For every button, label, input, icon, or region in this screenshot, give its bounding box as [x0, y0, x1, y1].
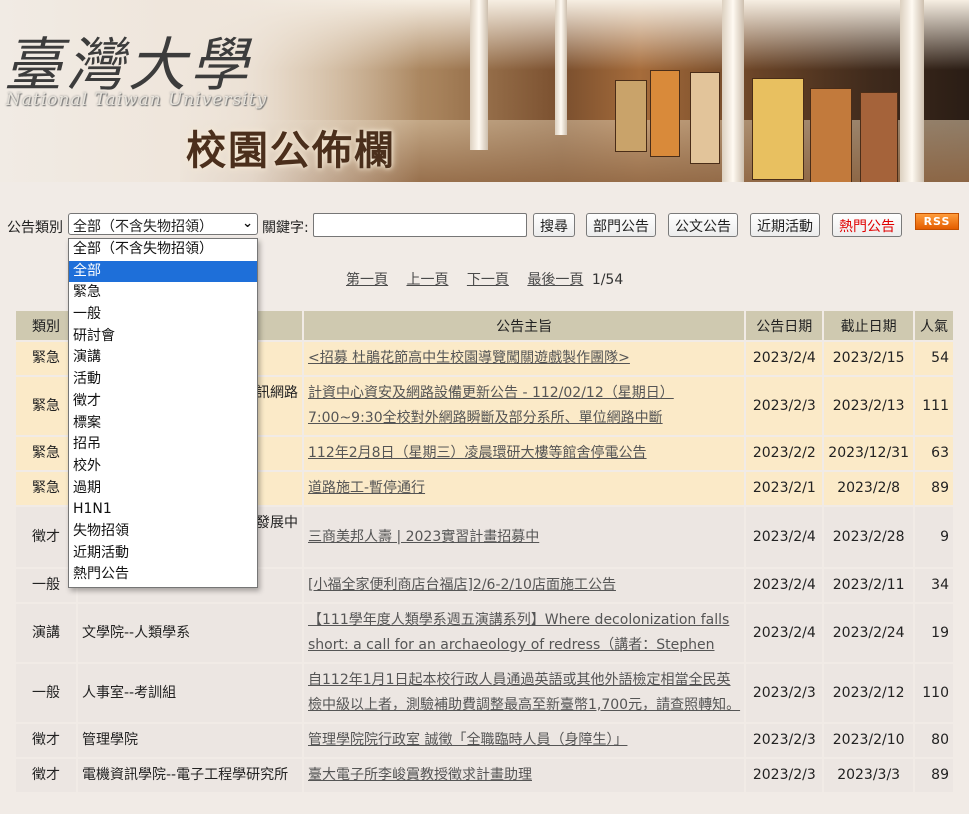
category-selected-value: 全部（不含失物招領） — [73, 219, 213, 235]
department-announcements-button[interactable]: 部門公告 — [586, 213, 656, 237]
row-views: 80 — [913, 722, 955, 759]
dropdown-option[interactable]: 熱門公告 — [69, 564, 257, 586]
row-post-date: 2023/2/2 — [744, 435, 825, 472]
row-category: 演講 — [14, 602, 78, 664]
row-end-date: 2023/12/31 — [822, 435, 915, 472]
dropdown-option[interactable]: 全部（不含失物招領） — [69, 239, 257, 261]
table-row: 演講 文學院--人類學系 【111學年度人類學系週五演講系列】Where dec… — [14, 602, 955, 664]
row-end-date: 2023/2/15 — [822, 340, 915, 377]
row-department: 人事室--考訓組 — [76, 662, 304, 724]
ntu-logo-english: National Taiwan University — [6, 90, 268, 110]
keyword-input[interactable] — [313, 213, 527, 237]
row-subject-link[interactable]: 三商美邦人壽 | 2023實習計畫招募中 — [308, 529, 539, 545]
row-end-date: 2023/2/13 — [822, 375, 915, 437]
header-end-date: 截止日期 — [822, 309, 915, 342]
row-post-date: 2023/2/3 — [744, 757, 825, 794]
rss-icon[interactable]: RSS — [915, 213, 959, 230]
row-end-date: 2023/2/28 — [822, 505, 915, 569]
row-views: 110 — [913, 662, 955, 724]
dropdown-option[interactable]: 全部 — [69, 260, 257, 283]
row-post-date: 2023/2/3 — [744, 722, 825, 759]
row-end-date: 2023/2/10 — [822, 722, 915, 759]
row-end-date: 2023/3/3 — [822, 757, 915, 794]
row-subject-link[interactable]: 自112年1月1日起本校行政人員通過英語或其他外語檢定相當全民英檢中級以上者，測… — [308, 672, 740, 713]
dropdown-option[interactable]: 過期 — [69, 478, 257, 500]
dropdown-option[interactable]: 失物招領 — [69, 521, 257, 543]
category-dropdown-list[interactable]: 全部（不含失物招領） 全部 緊急 一般 研討會 演講 活動 徵才 標案 招吊 校… — [68, 238, 258, 588]
row-department: 電機資訊學院--電子工程學研究所 — [76, 757, 304, 794]
dropdown-option[interactable]: 演講 — [69, 347, 257, 369]
row-views: 9 — [913, 505, 955, 569]
row-department: 文學院--人類學系 — [76, 602, 304, 664]
row-subject-link[interactable]: [小福全家便利商店台福店]2/6-2/10店面施工公告 — [308, 577, 616, 593]
category-select[interactable]: 全部（不含失物招領） ⌄ — [68, 213, 258, 235]
prev-page-link[interactable]: 上一頁 — [406, 272, 448, 288]
row-views: 54 — [913, 340, 955, 377]
dropdown-option[interactable]: 研討會 — [69, 326, 257, 348]
row-category: 徵才 — [14, 757, 78, 794]
row-subject-link[interactable]: 道路施工-暫停通行 — [308, 480, 425, 496]
hot-announcements-button[interactable]: 熱門公告 — [832, 213, 902, 237]
row-end-date: 2023/2/11 — [822, 567, 915, 604]
row-post-date: 2023/2/3 — [744, 375, 825, 437]
row-post-date: 2023/2/4 — [744, 567, 825, 604]
page-title: 校園公佈欄 — [186, 127, 396, 174]
next-page-link[interactable]: 下一頁 — [467, 272, 509, 288]
dropdown-option[interactable]: 一般 — [69, 304, 257, 326]
row-subject-link[interactable]: <招募 杜鵑花節高中生校園導覽闖關遊戲製作團隊> — [308, 350, 630, 366]
row-subject-link[interactable]: 管理學院院行政室 誠徵「全職臨時人員（身障生）」 — [308, 732, 627, 748]
row-department: 管理學院 — [76, 722, 304, 759]
table-row: 徵才 管理學院 管理學院院行政室 誠徵「全職臨時人員（身障生）」 2023/2/… — [14, 722, 955, 759]
dropdown-option[interactable]: 校外 — [69, 456, 257, 478]
category-label: 公告類別 — [7, 220, 63, 236]
search-button[interactable]: 搜尋 — [533, 213, 575, 237]
row-subject-link[interactable]: 112年2月8日（星期三）凌晨環研大樓等館舍停電公告 — [308, 445, 647, 461]
header-banner: 臺灣大學 National Taiwan University 校園公佈欄 — [0, 0, 969, 182]
dropdown-option[interactable]: 活動 — [69, 369, 257, 391]
row-end-date: 2023/2/12 — [822, 662, 915, 724]
dropdown-option[interactable]: 招吊 — [69, 434, 257, 456]
row-post-date: 2023/2/4 — [744, 340, 825, 377]
recent-events-button[interactable]: 近期活動 — [750, 213, 820, 237]
row-subject-link[interactable]: 計資中心資安及網路設備更新公告 - 112/02/12（星期日）7:00~9:3… — [308, 385, 674, 426]
dropdown-option[interactable]: 徵才 — [69, 391, 257, 413]
keyword-label: 關鍵字: — [262, 220, 309, 236]
dropdown-option[interactable]: H1N1 — [69, 499, 257, 521]
header-views: 人氣 — [913, 309, 955, 342]
row-category: 徵才 — [14, 722, 78, 759]
dropdown-option[interactable]: 近期活動 — [69, 543, 257, 565]
dropdown-option[interactable]: 標案 — [69, 413, 257, 435]
row-post-date: 2023/2/4 — [744, 505, 825, 569]
row-post-date: 2023/2/3 — [744, 662, 825, 724]
row-views: 89 — [913, 470, 955, 507]
pagination: 第一頁 上一頁 下一頁 最後一頁 1/54 — [346, 269, 623, 289]
row-views: 63 — [913, 435, 955, 472]
row-end-date: 2023/2/24 — [822, 602, 915, 664]
row-category: 一般 — [14, 662, 78, 724]
row-views: 111 — [913, 375, 955, 437]
row-subject-link[interactable]: 【111學年度人類學系週五演講系列】Where decolonization f… — [308, 612, 729, 653]
first-page-link[interactable]: 第一頁 — [346, 272, 388, 288]
table-row: 徵才 電機資訊學院--電子工程學研究所 臺大電子所李峻霣教授徵求計畫助理 202… — [14, 757, 955, 794]
row-views: 34 — [913, 567, 955, 604]
header-subject: 公告主旨 — [301, 309, 747, 342]
search-bar: 公告類別 全部（不含失物招領） ⌄ 關鍵字: 搜尋 部門公告 公文公告 近期活動… — [0, 212, 969, 238]
table-row: 一般 人事室--考訓組 自112年1月1日起本校行政人員通過英語或其他外語檢定相… — [14, 662, 955, 724]
header-post-date: 公告日期 — [744, 309, 825, 342]
row-post-date: 2023/2/4 — [744, 602, 825, 664]
row-end-date: 2023/2/8 — [822, 470, 915, 507]
chevron-down-icon: ⌄ — [242, 216, 253, 231]
row-views: 89 — [913, 757, 955, 794]
dropdown-option[interactable]: 緊急 — [69, 282, 257, 304]
official-documents-button[interactable]: 公文公告 — [668, 213, 738, 237]
page-info: 1/54 — [591, 272, 624, 288]
row-views: 19 — [913, 602, 955, 664]
last-page-link[interactable]: 最後一頁 — [527, 272, 583, 288]
row-subject-link[interactable]: 臺大電子所李峻霣教授徵求計畫助理 — [308, 767, 532, 783]
row-post-date: 2023/2/1 — [744, 470, 825, 507]
